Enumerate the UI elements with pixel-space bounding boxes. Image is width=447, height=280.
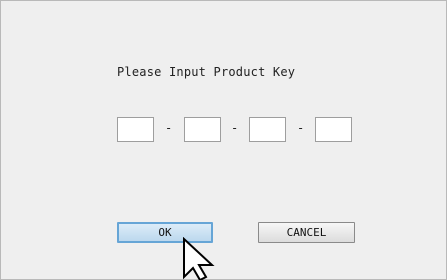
key-separator-3: -	[297, 121, 305, 135]
product-key-field-2[interactable]	[184, 117, 221, 142]
product-key-field-3[interactable]	[249, 117, 286, 142]
product-key-field-1[interactable]	[117, 117, 154, 142]
product-key-field-4[interactable]	[315, 117, 352, 142]
key-separator-1: -	[165, 121, 173, 135]
product-key-dialog: Please Input Product Key - - - OK CANCEL	[0, 0, 447, 280]
ok-button[interactable]: OK	[117, 222, 213, 243]
cancel-button[interactable]: CANCEL	[258, 222, 355, 243]
product-key-prompt: Please Input Product Key	[117, 65, 296, 79]
key-separator-2: -	[231, 121, 239, 135]
